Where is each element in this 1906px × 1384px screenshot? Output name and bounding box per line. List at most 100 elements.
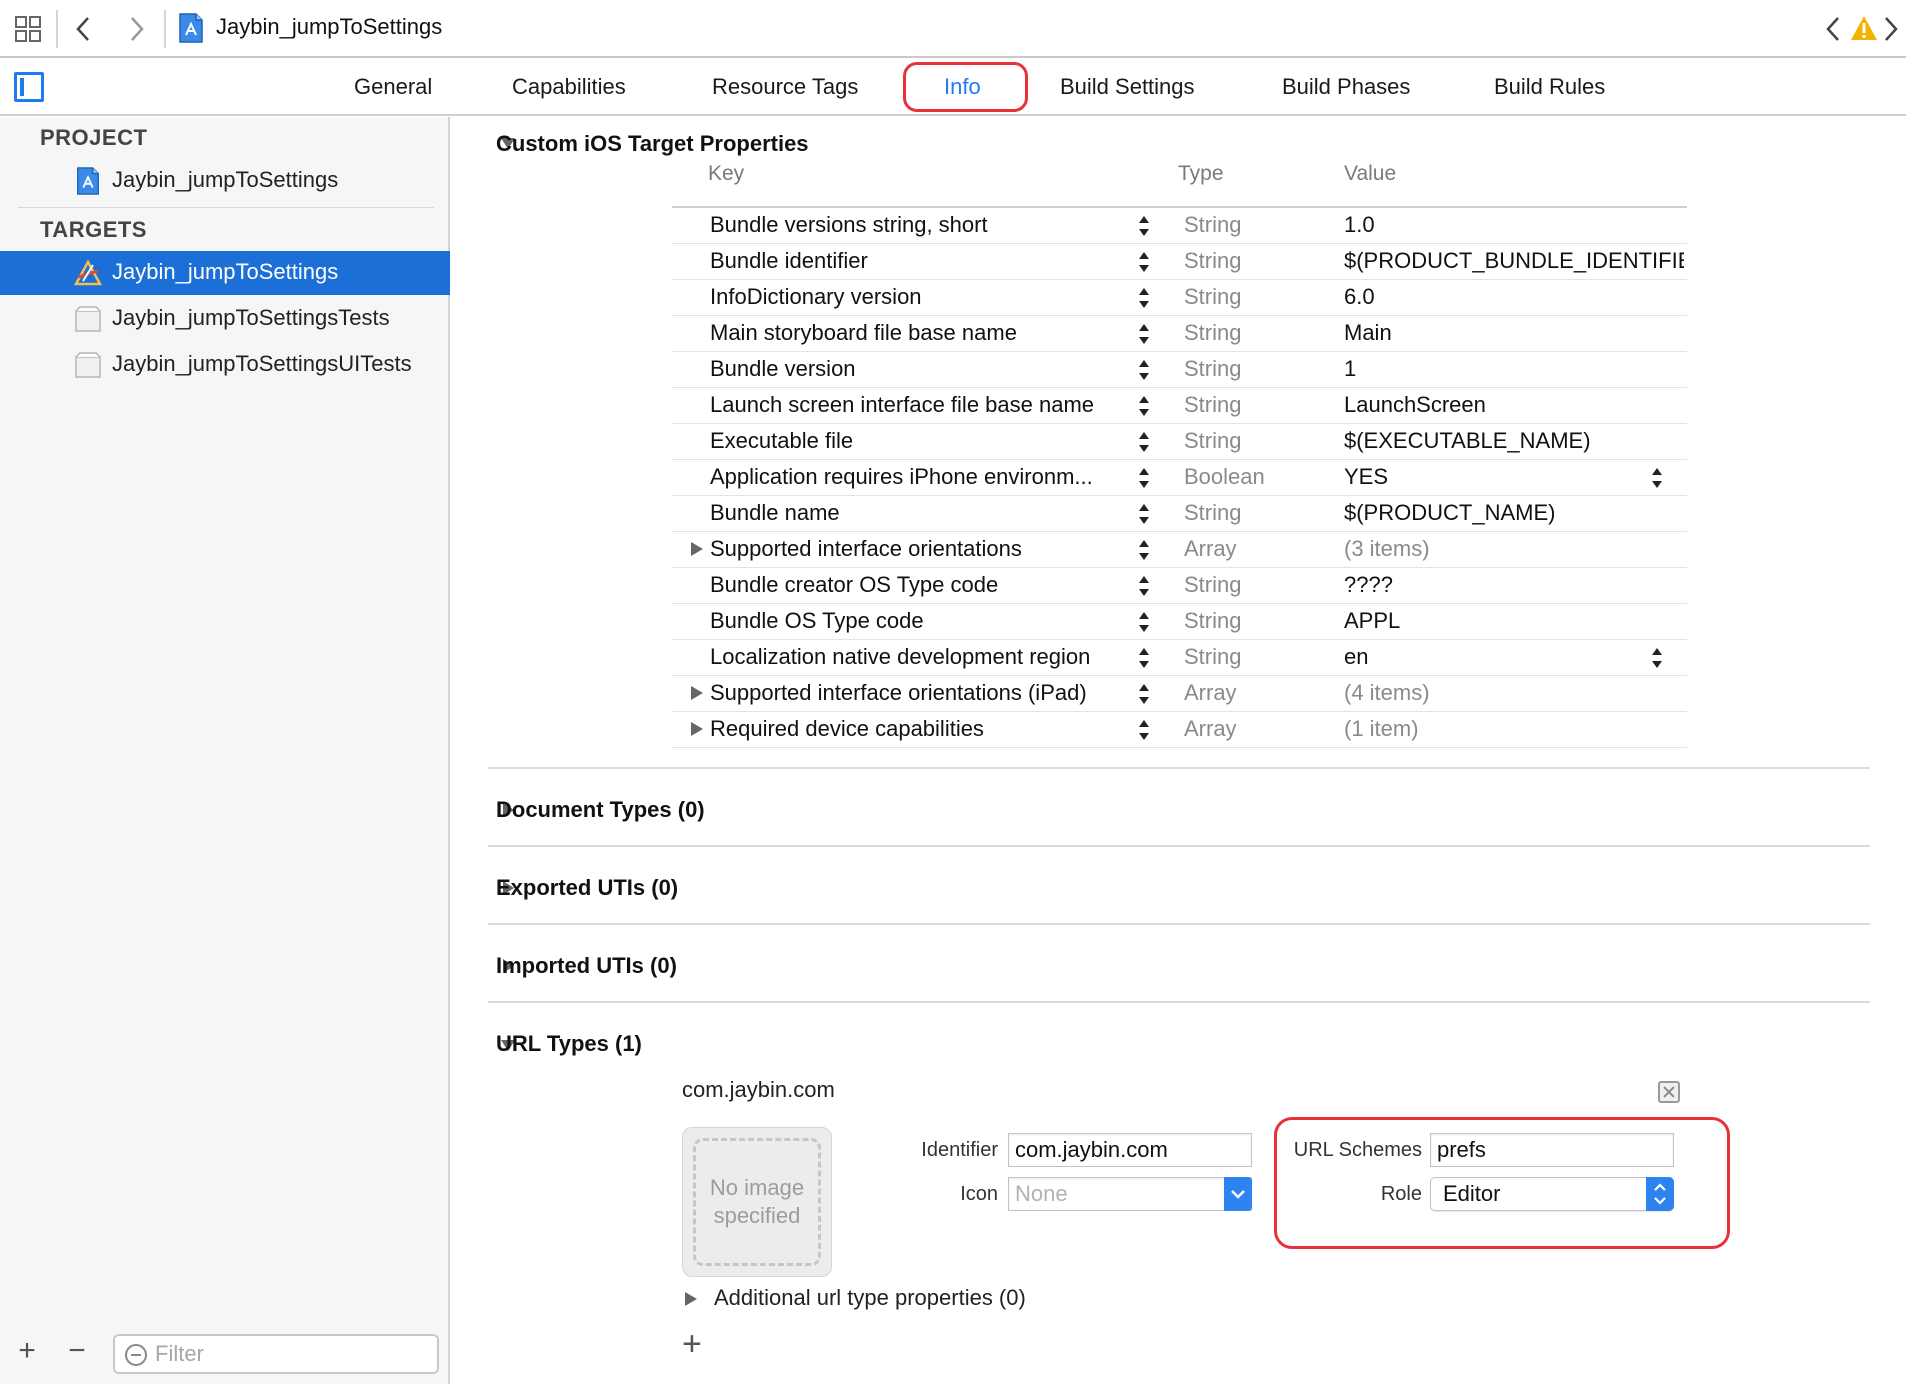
table-row[interactable]: Bundle version String 1 <box>672 352 1687 388</box>
property-key[interactable]: Localization native development region <box>710 644 1130 670</box>
tab-build-rules[interactable]: Build Rules <box>1494 70 1605 104</box>
table-row[interactable]: Bundle identifier String $(PRODUCT_BUNDLE_… <box>672 244 1687 280</box>
filter-input[interactable] <box>155 1340 425 1368</box>
add-url-type-button[interactable]: + <box>682 1327 702 1361</box>
section-url-types[interactable]: URL Types (1) <box>496 1031 642 1057</box>
property-key[interactable]: Main storyboard file base name <box>710 320 1130 346</box>
sidebar-toggle-icon[interactable] <box>14 72 44 102</box>
property-value[interactable]: $(PRODUCT_NAME) <box>1344 500 1684 526</box>
property-value[interactable]: (3 items) <box>1344 536 1684 562</box>
table-row[interactable]: Bundle versions string, short String 1.0 <box>672 208 1687 244</box>
property-value[interactable]: APPL <box>1344 608 1684 634</box>
tab-resource-tags[interactable]: Resource Tags <box>712 70 858 104</box>
property-type[interactable]: String <box>1184 428 1241 454</box>
column-header-value[interactable]: Value <box>1344 162 1396 186</box>
table-row[interactable]: Application requires iPhone environm... B… <box>672 460 1687 496</box>
property-key[interactable]: Supported interface orientations <box>710 536 1130 562</box>
property-type[interactable]: String <box>1184 320 1241 346</box>
remove-url-type-icon[interactable] <box>1658 1081 1680 1103</box>
add-target-button[interactable]: + <box>12 1336 42 1366</box>
key-stepper-icon[interactable] <box>1137 430 1151 454</box>
tab-build-settings[interactable]: Build Settings <box>1060 70 1195 104</box>
section-exported-utis[interactable]: Exported UTIs (0) <box>496 875 678 901</box>
property-type[interactable]: Array <box>1184 680 1237 706</box>
previous-issue-button[interactable] <box>1818 10 1848 48</box>
property-key[interactable]: Bundle identifier <box>710 248 1130 274</box>
property-value[interactable]: Main <box>1344 320 1684 346</box>
property-value[interactable]: YES <box>1344 464 1684 490</box>
column-header-type[interactable]: Type <box>1178 162 1224 186</box>
key-stepper-icon[interactable] <box>1137 286 1151 310</box>
combo-dropdown-button[interactable] <box>1224 1177 1252 1211</box>
value-stepper-icon[interactable] <box>1650 646 1664 670</box>
sidebar-item-target-uitests[interactable]: Jaybin_jumpToSettingsUITests <box>0 343 450 387</box>
key-stepper-icon[interactable] <box>1137 538 1151 562</box>
table-row[interactable]: Launch screen interface file base name St… <box>672 388 1687 424</box>
additional-url-properties[interactable]: Additional url type properties (0) <box>714 1285 1026 1311</box>
property-value[interactable]: 6.0 <box>1344 284 1684 310</box>
property-type[interactable]: String <box>1184 356 1241 382</box>
key-stepper-icon[interactable] <box>1137 718 1151 742</box>
property-value[interactable]: 1 <box>1344 356 1684 382</box>
key-stepper-icon[interactable] <box>1137 214 1151 238</box>
property-value[interactable]: (4 items) <box>1344 680 1684 706</box>
role-popup-button[interactable]: Editor <box>1430 1177 1674 1211</box>
key-stepper-icon[interactable] <box>1137 322 1151 346</box>
disclosure-collapsed-icon[interactable] <box>684 1291 698 1307</box>
property-key[interactable]: Bundle OS Type code <box>710 608 1130 634</box>
property-key[interactable]: Required device capabilities <box>710 716 1130 742</box>
section-custom-target-properties[interactable]: Custom iOS Target Properties <box>496 131 809 157</box>
property-type[interactable]: String <box>1184 500 1241 526</box>
disclosure-collapsed-icon[interactable] <box>690 722 704 736</box>
property-value[interactable]: en <box>1344 644 1684 670</box>
sidebar-item-target-app[interactable]: Jaybin_jumpToSettings <box>0 251 450 295</box>
key-stepper-icon[interactable] <box>1137 682 1151 706</box>
property-value[interactable]: ???? <box>1344 572 1684 598</box>
remove-target-button[interactable]: − <box>62 1336 92 1366</box>
identifier-field[interactable]: com.jaybin.com <box>1008 1133 1252 1167</box>
sidebar-item-target-tests[interactable]: Jaybin_jumpToSettingsTests <box>0 297 450 341</box>
key-stepper-icon[interactable] <box>1137 358 1151 382</box>
tab-build-phases[interactable]: Build Phases <box>1282 70 1410 104</box>
property-type[interactable]: String <box>1184 248 1241 274</box>
property-type[interactable]: Boolean <box>1184 464 1265 490</box>
section-document-types[interactable]: Document Types (0) <box>496 797 705 823</box>
property-type[interactable]: String <box>1184 572 1241 598</box>
property-type[interactable]: String <box>1184 284 1241 310</box>
tab-general[interactable]: General <box>354 70 432 104</box>
related-items-grid-icon[interactable] <box>14 15 42 43</box>
table-row[interactable]: InfoDictionary version String 6.0 <box>672 280 1687 316</box>
warning-icon[interactable] <box>1850 14 1878 42</box>
sidebar-item-project[interactable]: Jaybin_jumpToSettings <box>0 159 450 203</box>
section-imported-utis[interactable]: Imported UTIs (0) <box>496 953 677 979</box>
property-key[interactable]: Bundle name <box>710 500 1130 526</box>
property-key[interactable]: InfoDictionary version <box>710 284 1130 310</box>
property-type[interactable]: Array <box>1184 536 1237 562</box>
table-row[interactable]: Main storyboard file base name String Main <box>672 316 1687 352</box>
disclosure-collapsed-icon[interactable] <box>690 542 704 556</box>
property-key[interactable]: Launch screen interface file base name <box>710 392 1130 418</box>
property-type[interactable]: String <box>1184 392 1241 418</box>
property-type[interactable]: String <box>1184 644 1241 670</box>
disclosure-collapsed-icon[interactable] <box>690 686 704 700</box>
next-issue-button[interactable] <box>1876 10 1906 48</box>
property-type[interactable]: String <box>1184 212 1241 238</box>
value-stepper-icon[interactable] <box>1650 466 1664 490</box>
property-value[interactable]: LaunchScreen <box>1344 392 1684 418</box>
table-row[interactable]: Bundle name String $(PRODUCT_NAME) <box>672 496 1687 532</box>
table-row[interactable]: Bundle creator OS Type code String???? <box>672 568 1687 604</box>
url-schemes-field[interactable]: prefs <box>1430 1133 1674 1167</box>
property-key[interactable]: Bundle creator OS Type code <box>710 572 1130 598</box>
key-stepper-icon[interactable] <box>1137 646 1151 670</box>
back-button[interactable] <box>68 10 98 48</box>
key-stepper-icon[interactable] <box>1137 610 1151 634</box>
property-value[interactable]: 1.0 <box>1344 212 1684 238</box>
table-row[interactable]: Executable file String $(EXECUTABLE_NAME) <box>672 424 1687 460</box>
property-key[interactable]: Bundle versions string, short <box>710 212 1130 238</box>
icon-combo-field[interactable]: None <box>1008 1177 1252 1211</box>
key-stepper-icon[interactable] <box>1137 574 1151 598</box>
forward-button[interactable] <box>122 10 152 48</box>
property-key[interactable]: Supported interface orientations (iPad) <box>710 680 1130 706</box>
property-type[interactable]: Array <box>1184 716 1237 742</box>
table-row[interactable]: Localization native development region St… <box>672 640 1687 676</box>
